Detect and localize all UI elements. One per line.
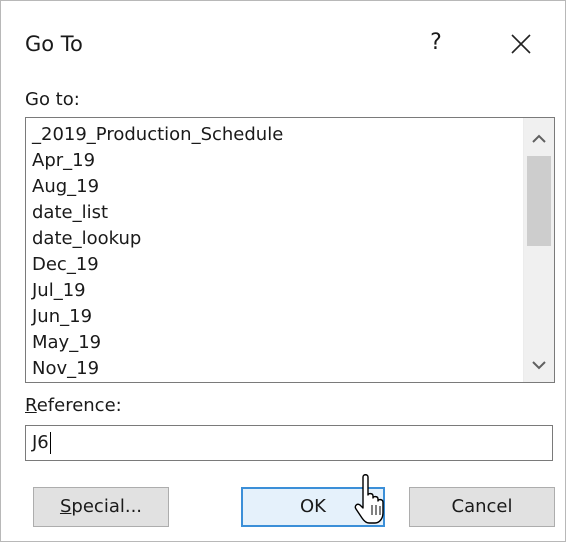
reference-label: Reference:: [25, 393, 122, 419]
text-caret: [49, 432, 51, 454]
reference-input[interactable]: J6: [25, 425, 553, 461]
special-button-accesskey: S: [59, 496, 72, 517]
list-item[interactable]: Aug_19: [26, 174, 522, 200]
scroll-thumb[interactable]: [527, 156, 551, 246]
list-item[interactable]: Apr_19: [26, 148, 522, 174]
cancel-button[interactable]: Cancel: [409, 487, 555, 527]
list-item[interactable]: Jul_19: [26, 278, 522, 304]
go-to-dialog: Go To ? Go to: _2019_Production_Schedule…: [0, 0, 566, 542]
scroll-down-button[interactable]: [524, 350, 554, 380]
ok-button[interactable]: OK: [241, 487, 385, 527]
go-to-listbox[interactable]: _2019_Production_Schedule Apr_19 Aug_19 dat…: [25, 117, 555, 383]
vertical-scrollbar[interactable]: [523, 118, 554, 382]
scroll-up-button[interactable]: [524, 124, 554, 154]
list-item[interactable]: date_lookup: [26, 226, 522, 252]
close-icon: [511, 34, 531, 54]
list-item[interactable]: date_list: [26, 200, 522, 226]
go-to-list: _2019_Production_Schedule Apr_19 Aug_19 dat…: [26, 122, 522, 382]
go-to-label: Go to:: [25, 89, 80, 110]
special-button-label: pecial...: [71, 496, 143, 517]
special-button[interactable]: Special...: [33, 487, 169, 527]
reference-input-value: J6: [32, 432, 49, 453]
list-item[interactable]: Nov_19: [26, 356, 522, 382]
reference-label-accesskey: R: [25, 395, 37, 416]
close-button[interactable]: [501, 25, 541, 65]
chevron-down-icon: [532, 361, 546, 370]
reference-label-text: eference:: [36, 395, 122, 416]
list-item[interactable]: May_19: [26, 330, 522, 356]
help-button[interactable]: ?: [421, 25, 451, 61]
list-item[interactable]: _2019_Production_Schedule: [26, 122, 522, 148]
chevron-up-icon: [532, 134, 546, 143]
list-item[interactable]: Dec_19: [26, 252, 522, 278]
list-item[interactable]: Jun_19: [26, 304, 522, 330]
dialog-title: Go To: [25, 32, 83, 56]
